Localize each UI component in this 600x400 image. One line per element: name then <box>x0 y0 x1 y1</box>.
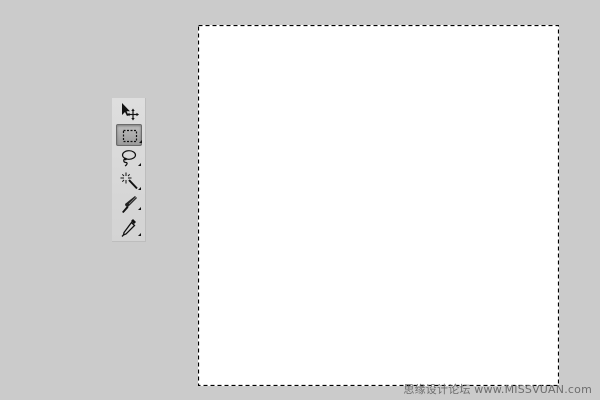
watermark-text: 思缘设计论坛 www.MISSVUAN.com <box>403 383 592 396</box>
document-canvas[interactable] <box>198 25 559 386</box>
move-tool[interactable] <box>116 100 142 122</box>
crop-tool[interactable] <box>116 193 142 215</box>
eyedropper-tool[interactable] <box>116 216 142 238</box>
submenu-triangle-icon <box>139 140 142 143</box>
submenu-triangle-icon <box>138 163 141 166</box>
magic-wand-icon <box>120 172 141 190</box>
crop-icon <box>122 196 141 213</box>
submenu-triangle-icon <box>138 233 141 236</box>
selection-marquee <box>198 25 559 386</box>
rect-marquee-icon <box>122 129 142 143</box>
workspace: 思缘设计论坛 www.MISSVUAN.com <box>0 0 600 400</box>
magic-wand-tool[interactable] <box>116 170 142 192</box>
move-icon <box>122 103 139 121</box>
submenu-triangle-icon <box>138 207 141 210</box>
lasso-icon <box>121 150 141 167</box>
tools-panel <box>112 98 146 242</box>
eyedropper-icon <box>121 219 141 237</box>
submenu-triangle-icon <box>138 187 141 190</box>
rectangular-marquee-tool[interactable] <box>116 124 142 146</box>
lasso-tool[interactable] <box>116 147 142 169</box>
